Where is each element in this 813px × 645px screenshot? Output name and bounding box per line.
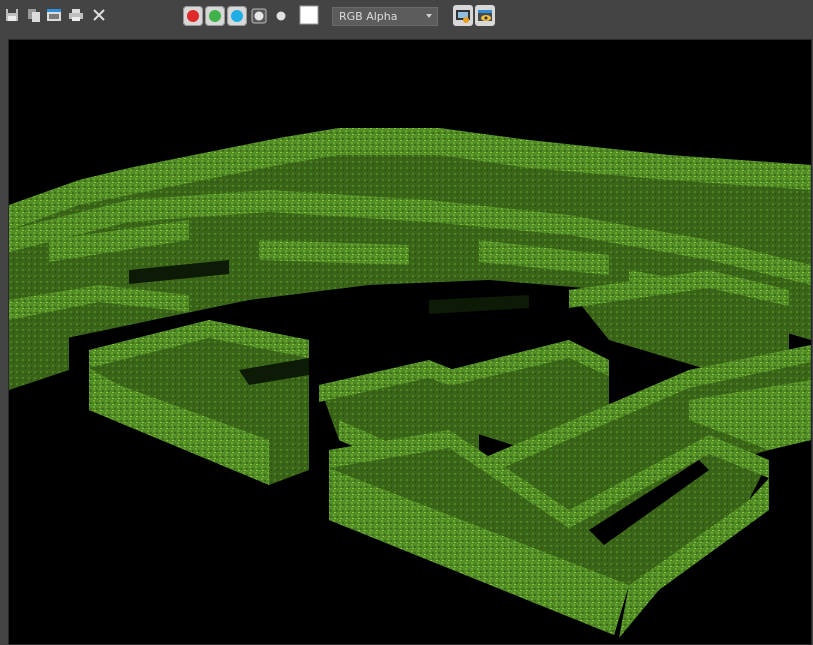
alpha-channel-toggle[interactable] <box>250 6 268 26</box>
channel-display-select[interactable]: RGB Alpha <box>332 7 438 26</box>
blue-channel-icon <box>231 10 243 22</box>
clone-icon <box>47 9 61 21</box>
chevron-down-icon <box>426 14 432 18</box>
copy-icon <box>28 9 40 22</box>
view-options-icon <box>478 9 492 21</box>
alpha-channel-icon <box>251 8 267 24</box>
display-toggle-button[interactable] <box>453 5 473 26</box>
save-image-button[interactable] <box>3 5 21 25</box>
red-channel-toggle[interactable] <box>183 6 203 26</box>
frame-buffer-toolbar: RGB Alpha <box>0 0 813 33</box>
clone-window-button[interactable] <box>45 5 63 25</box>
mono-icon <box>276 11 286 21</box>
save-icon <box>6 9 18 21</box>
print-image-button[interactable] <box>67 5 85 25</box>
clear-image-button[interactable] <box>90 5 108 25</box>
render-viewport[interactable] <box>9 40 811 644</box>
hedge-maze-walls <box>9 128 811 638</box>
print-icon <box>69 9 83 21</box>
green-channel-toggle[interactable] <box>205 6 225 26</box>
red-channel-icon <box>187 10 199 22</box>
close-icon <box>93 9 105 21</box>
green-channel-icon <box>209 10 221 22</box>
display-toggle-icon <box>456 9 470 23</box>
color-swatch[interactable] <box>299 5 319 25</box>
swatch-icon <box>299 5 319 25</box>
view-options-button[interactable] <box>475 5 495 26</box>
copy-image-button[interactable] <box>25 5 43 25</box>
channel-display-value: RGB Alpha <box>339 10 398 23</box>
rendered-hedge-maze <box>9 128 811 638</box>
monochrome-toggle[interactable] <box>272 6 290 26</box>
blue-channel-toggle[interactable] <box>227 6 247 26</box>
